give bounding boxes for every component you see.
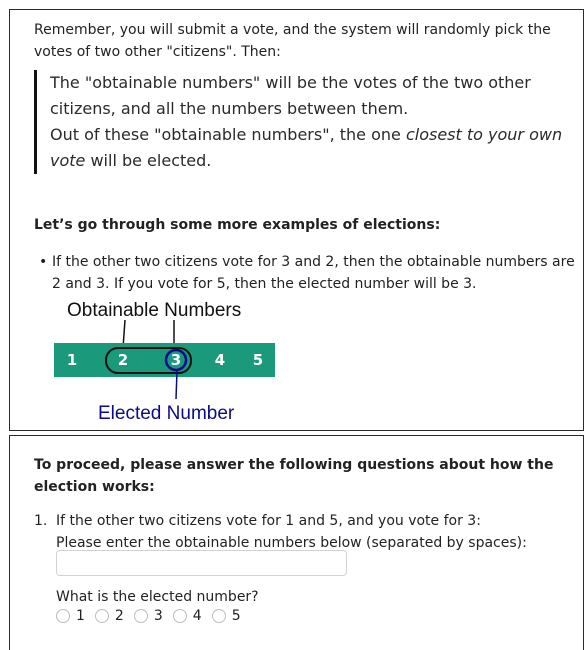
bar-number-2: 2 [118,351,128,369]
radio-5[interactable] [211,609,226,623]
bar-number-1: 1 [67,351,77,369]
option-2[interactable]: 2 [94,608,124,624]
obtainable-numbers-label: Obtainable Numbers [67,300,241,321]
option-5[interactable]: 5 [211,608,241,624]
example-text: If the other two citizens vote for 3 and… [52,254,575,292]
option-3[interactable]: 3 [133,608,163,624]
example-item: • If the other two citizens vote for 3 a… [34,251,586,295]
examples-panel: Remember, you will submit a vote, and th… [9,9,584,431]
elected-pointer [175,370,178,400]
question-1: 1. If the other two citizens vote for 1 … [34,510,574,554]
radio-2[interactable] [94,609,109,623]
intro-text: Remember, you will submit a vote, and th… [34,22,551,60]
bullet-marker: • [39,254,48,270]
radio-3[interactable] [133,609,148,623]
radio-1[interactable] [56,609,70,623]
bar-number-4: 4 [215,351,225,369]
option-4[interactable]: 4 [172,608,202,624]
bar-number-3: 3 [171,351,181,369]
question-number: 1. [34,513,48,529]
questions-heading: To proceed, please answer the following … [34,457,554,495]
elected-number-label: Elected Number [98,403,235,424]
rule-obtainable: The "obtainable numbers" will be the vot… [50,73,531,118]
election-diagram: Obtainable Numbers 1 2 3 4 5 Elected Num… [54,300,275,424]
rule-elected: Out of these "obtainable numbers", the o… [50,125,563,170]
elected-number-question: What is the elected number? [56,589,259,605]
radio-4[interactable] [172,609,187,623]
examples-heading: Let’s go through some more examples of e… [34,217,441,233]
question-scenario: If the other two citizens vote for 1 and… [56,513,481,529]
questions-panel: To proceed, please answer the following … [9,435,584,650]
bar-number-5: 5 [253,351,263,369]
option-1[interactable]: 1 [56,608,85,624]
elected-number-options: 1 2 3 4 5 [56,608,251,624]
rules-quote: The "obtainable numbers" will be the vot… [34,70,587,174]
obtainable-numbers-input[interactable] [56,550,347,576]
